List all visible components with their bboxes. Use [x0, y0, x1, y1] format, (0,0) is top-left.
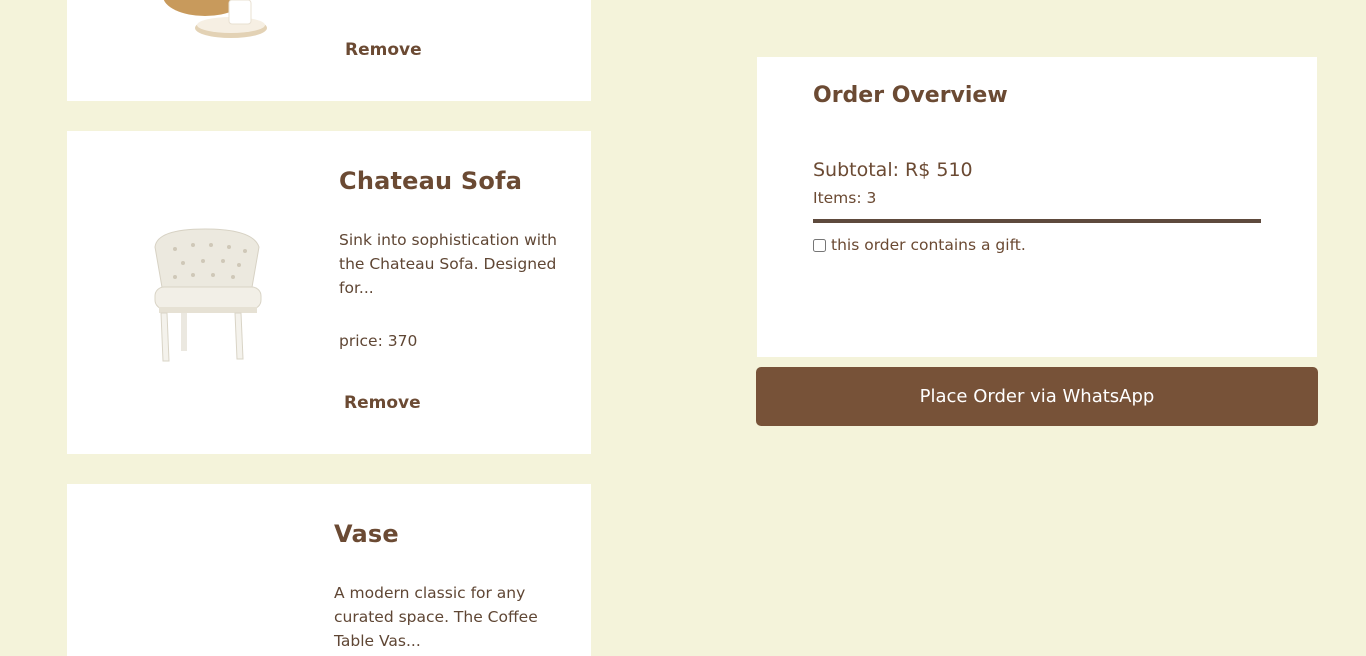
product-title: Chateau Sofa [339, 167, 523, 195]
product-description: Sink into sophistication with the Chatea… [339, 231, 557, 297]
remove-button[interactable]: Remove [345, 40, 422, 60]
place-order-button[interactable]: Place Order via WhatsApp [756, 367, 1318, 426]
cart-item-card: Vase A modern classic for any curated sp… [67, 484, 591, 656]
order-subtotal: Subtotal: R$ 510 [813, 159, 973, 181]
cart-item-card: Chateau Sofa Sink into sophistication wi… [67, 131, 591, 454]
order-items-count: Items: 3 [813, 189, 877, 207]
remove-button[interactable]: Remove [344, 393, 421, 413]
product-image [163, 0, 267, 38]
order-overview-panel: Order Overview Subtotal: R$ 510 Items: 3… [757, 57, 1317, 357]
divider [813, 219, 1261, 223]
gift-option[interactable]: this order contains a gift. [813, 236, 1026, 254]
product-image [154, 228, 262, 362]
product-description: A modern classic for any curated space. … [334, 584, 538, 650]
product-title: Vase [334, 520, 399, 548]
product-price: price: 370 [339, 332, 418, 350]
order-overview-title: Order Overview [813, 83, 1008, 108]
cart-page: Remove Chateau Sofa Sink into sophistica… [0, 0, 1366, 656]
gift-checkbox[interactable] [813, 238, 826, 252]
gift-checkbox-label: this order contains a gift. [831, 236, 1026, 254]
cart-item-card: Remove [67, 0, 591, 101]
